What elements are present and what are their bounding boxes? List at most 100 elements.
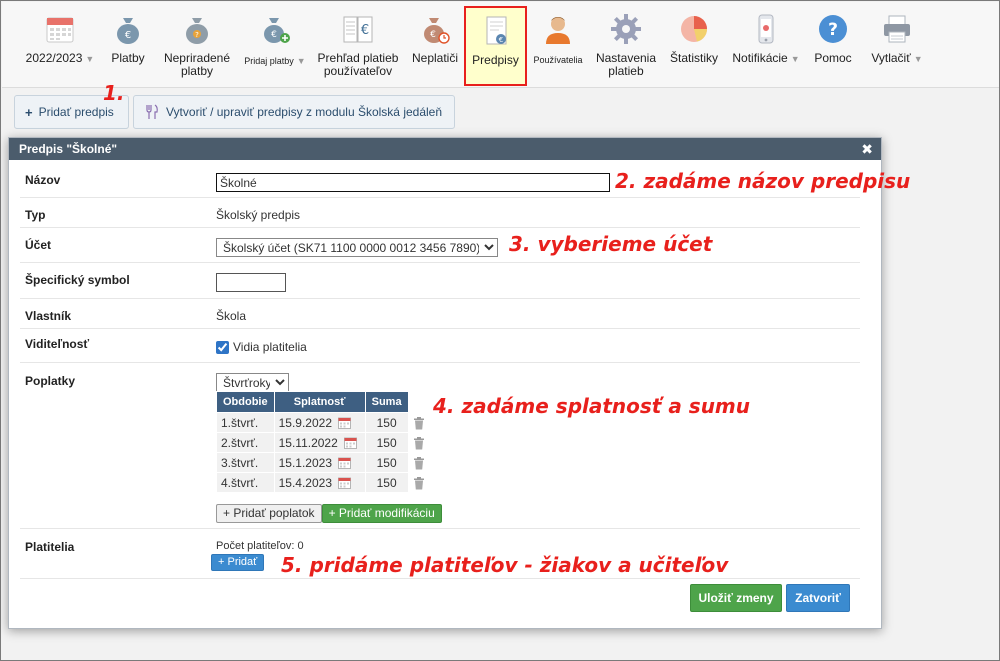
- fee-delete-cell: [407, 412, 430, 433]
- caret-down-icon: ▼: [85, 54, 95, 64]
- printer-icon: [884, 15, 910, 43]
- fee-period: 2.štvrť.: [216, 432, 275, 453]
- toolbar-item-label: Platby: [111, 51, 145, 65]
- fee-due-cell[interactable]: 15.11.2022: [273, 432, 366, 453]
- toolbar-item-label: Predpisy: [472, 53, 519, 67]
- save-button[interactable]: Uložiť zmeny: [690, 584, 782, 612]
- trash-icon[interactable]: [413, 456, 425, 470]
- fee-due: 15.11.2022: [278, 435, 338, 450]
- toolbar-item-print[interactable]: Vytlačiť ▼: [864, 8, 930, 86]
- fee-due: 15.9.2022: [278, 415, 332, 430]
- close-icon[interactable]: ✖: [861, 138, 873, 160]
- calendar-icon[interactable]: [338, 417, 351, 430]
- fee-due-cell[interactable]: 15.1.2023: [273, 452, 366, 473]
- toolbar-item-statistics[interactable]: Štatistiky: [666, 8, 722, 86]
- caret-down-icon: ▼: [790, 54, 800, 64]
- main-toolbar: 2022/2023 ▼ € Platby ? Nepriradené platby: [2, 2, 999, 88]
- calendar-icon[interactable]: [338, 477, 351, 490]
- type-value: Školský predpis: [216, 208, 301, 222]
- plus-icon: +: [25, 104, 33, 120]
- fee-amount-cell[interactable]: 150: [364, 472, 409, 493]
- caret-down-icon: ▼: [296, 56, 306, 66]
- toolbar-item-notifications[interactable]: Notifikácie ▼: [729, 8, 803, 86]
- toolbar-item-users[interactable]: Používatelia: [530, 8, 586, 86]
- toolbar-item-add-payments[interactable]: € Pridaj platby ▼: [240, 8, 310, 86]
- visibility-checkbox[interactable]: [216, 340, 229, 354]
- fee-due-cell[interactable]: 15.9.2022: [273, 412, 366, 433]
- toolbar-item-unassigned-payments[interactable]: ? Nepriradené platby: [160, 8, 234, 86]
- toolbar-item-payment-rules[interactable]: € Predpisy: [464, 6, 527, 86]
- table-row: 4.štvrť. 15.4.2023 150: [216, 472, 430, 493]
- fee-due: 15.4.2023: [278, 475, 332, 490]
- toolbar-item-label: Notifikácie: [732, 51, 788, 65]
- fee-due: 15.1.2023: [278, 455, 332, 470]
- toolbar-item-label: Neplatiči: [411, 51, 459, 65]
- toolbar-item-label: Vytlačiť: [871, 51, 911, 65]
- fee-due-cell[interactable]: 15.4.2023: [273, 472, 366, 493]
- annotation-step-3: 3. vyberieme účet: [509, 232, 713, 256]
- fee-amount-cell[interactable]: 150: [364, 412, 409, 433]
- toolbar-item-label: Prehľad platieb používateľov: [317, 51, 399, 78]
- toolbar-item-payment-overview[interactable]: € Prehľad platieb používateľov: [314, 8, 402, 86]
- fee-delete-cell: [407, 452, 430, 473]
- row-visibility: Viditeľnosť Vidia platitelia: [20, 329, 860, 363]
- calendar-icon[interactable]: [338, 457, 351, 470]
- name-input[interactable]: [216, 173, 610, 192]
- table-row: 2.štvrť. 15.11.2022 150: [216, 432, 430, 453]
- app-window: 2022/2023 ▼ € Platby ? Nepriradené platby: [0, 0, 1000, 661]
- canteen-rules-label: Vytvoriť / upraviť predpisy z modulu Ško…: [166, 105, 443, 119]
- toolbar-item-label: Nepriradené platby: [163, 51, 231, 78]
- money-bag-question-icon: ?: [186, 18, 208, 44]
- annotation-step-5: 5. pridáme platiteľov - žiakov a učiteľo…: [281, 553, 729, 577]
- annotation-step-1: 1.: [103, 81, 125, 105]
- svg-text:€: €: [125, 30, 131, 41]
- toolbar-year-selector[interactable]: 2022/2023 ▼: [20, 8, 100, 86]
- table-row: 3.štvrť. 15.1.2023 150: [216, 452, 430, 473]
- visibility-checkbox-wrapper[interactable]: Vidia platitelia: [216, 340, 307, 354]
- toolbar-item-payment-settings[interactable]: Nastavenia platieb: [591, 8, 661, 86]
- toolbar-item-label: Pridaj platby: [244, 56, 294, 66]
- close-button[interactable]: Zatvoriť: [786, 584, 850, 612]
- toolbar-item-payments[interactable]: € Platby: [106, 8, 150, 86]
- toolbar-item-label: Používatelia: [533, 55, 583, 65]
- payers-label: Platitelia: [25, 540, 75, 554]
- payers-count: Počet platiteľov: 0: [216, 540, 304, 552]
- dialog-title: Predpis "Školné": [19, 142, 118, 156]
- toolbar-item-non-payers[interactable]: € Neplatiči: [409, 8, 461, 86]
- toolbar-item-help[interactable]: ? Pomoc: [810, 8, 856, 86]
- fees-header-amount: Suma: [364, 391, 409, 413]
- fees-period-select[interactable]: Štvrťroky: [216, 373, 289, 392]
- add-modification-button[interactable]: + Pridať modifikáciu: [321, 504, 442, 523]
- caret-down-icon: ▼: [913, 54, 923, 64]
- fee-amount: 150: [376, 475, 397, 490]
- add-payer-button[interactable]: + Pridať: [211, 554, 265, 571]
- user-icon: [546, 17, 570, 44]
- trash-icon[interactable]: [413, 436, 425, 450]
- toolbar-item-label: Štatistiky: [669, 51, 718, 65]
- row-owner: Vlastník Škola: [20, 299, 860, 329]
- account-select[interactable]: Školský účet (SK71 1100 0000 0012 3456 7…: [216, 238, 498, 257]
- trash-icon[interactable]: [413, 476, 425, 490]
- fee-amount: 150: [376, 455, 397, 470]
- money-bag-clock-icon: €: [424, 18, 450, 44]
- type-label: Typ: [25, 208, 46, 222]
- trash-icon[interactable]: [413, 416, 425, 430]
- canteen-rules-button[interactable]: Vytvoriť / upraviť predpisy z modulu Ško…: [133, 95, 455, 129]
- row-type: Typ Školský predpis: [20, 198, 860, 228]
- add-fee-button[interactable]: + Pridať poplatok: [216, 504, 322, 523]
- toolbar-item-label: Pomoc: [814, 51, 852, 65]
- svg-text:€: €: [498, 36, 502, 44]
- toolbar-item-label: 2022/2023: [25, 51, 83, 65]
- fee-amount-cell[interactable]: 150: [364, 452, 409, 473]
- owner-label: Vlastník: [25, 309, 72, 323]
- account-label: Účet: [25, 238, 52, 252]
- fee-amount-cell[interactable]: 150: [364, 432, 409, 453]
- payment-overview-icon: €: [343, 16, 373, 43]
- specific-symbol-input[interactable]: [216, 273, 286, 292]
- visibility-label: Viditeľnosť: [25, 337, 90, 351]
- specific-symbol-label: Špecifický symbol: [25, 273, 130, 287]
- fees-table: Obdobie Splatnosť Suma 1.štvrť. 15.9.202…: [216, 391, 430, 493]
- calendar-icon[interactable]: [343, 437, 357, 450]
- money-bag-add-icon: €: [264, 18, 290, 43]
- add-rule-label: Pridať predpis: [38, 105, 114, 119]
